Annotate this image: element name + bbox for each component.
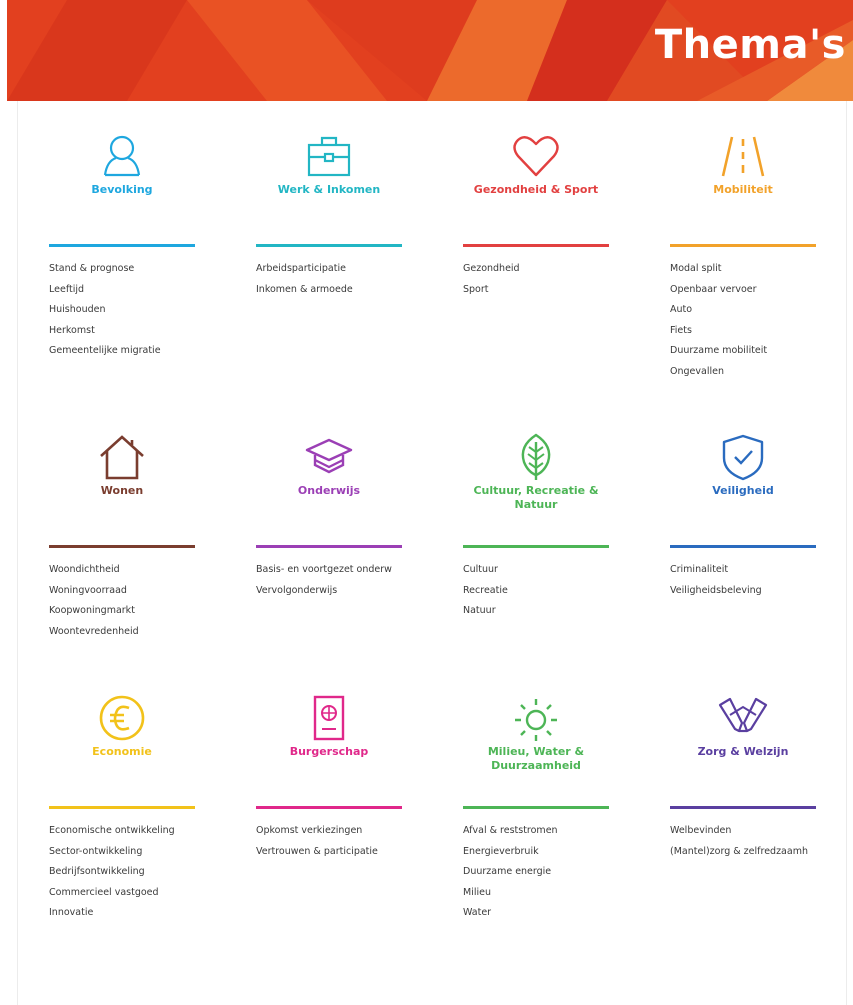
- theme-link[interactable]: Leeftijd: [49, 283, 209, 304]
- theme-link[interactable]: Basis- en voortgezet onderw: [256, 563, 416, 584]
- theme-title[interactable]: Veiligheid: [670, 484, 816, 498]
- theme-link[interactable]: Modal split: [670, 262, 830, 283]
- theme-link[interactable]: Woontevredenheid: [49, 625, 209, 646]
- theme-divider: [256, 244, 402, 247]
- theme-link[interactable]: Sport: [463, 283, 623, 304]
- theme-link[interactable]: Veiligheidsbeleving: [670, 584, 830, 605]
- theme-divider: [49, 244, 195, 247]
- theme-links: Woondichtheid Woningvoorraad Koopwoningm…: [49, 563, 209, 645]
- theme-link[interactable]: Energieverbruik: [463, 845, 623, 866]
- theme-links: Stand & prognose Leeftijd Huishouden Her…: [49, 262, 209, 365]
- theme-link[interactable]: Openbaar vervoer: [670, 283, 830, 304]
- theme-link[interactable]: Innovatie: [49, 906, 209, 927]
- theme-link[interactable]: Ongevallen: [670, 365, 830, 386]
- theme-title[interactable]: Milieu, Water & Duurzaamheid: [463, 745, 609, 773]
- theme-title[interactable]: Zorg & Welzijn: [670, 745, 816, 759]
- theme-link[interactable]: Opkomst verkiezingen: [256, 824, 416, 845]
- themes-panel: Bevolking Stand & prognose Leeftijd Huis…: [17, 101, 847, 1005]
- theme-title[interactable]: Economie: [49, 745, 195, 759]
- theme-link[interactable]: Huishouden: [49, 303, 209, 324]
- theme-title[interactable]: Mobiliteit: [670, 183, 816, 197]
- theme-divider: [670, 806, 816, 809]
- theme-link[interactable]: Duurzame mobiliteit: [670, 344, 830, 365]
- theme-link[interactable]: Commercieel vastgoed: [49, 886, 209, 907]
- theme-link[interactable]: Arbeidsparticipatie: [256, 262, 416, 283]
- theme-link[interactable]: Duurzame energie: [463, 865, 623, 886]
- theme-title[interactable]: Bevolking: [49, 183, 195, 197]
- theme-link[interactable]: Gemeentelijke migratie: [49, 344, 209, 365]
- theme-divider: [670, 244, 816, 247]
- theme-link[interactable]: Milieu: [463, 886, 623, 907]
- theme-link[interactable]: Economische ontwikkeling: [49, 824, 209, 845]
- theme-divider: [49, 545, 195, 548]
- leaf-icon: [521, 433, 551, 480]
- person-icon: [103, 135, 141, 177]
- theme-link[interactable]: (Mantel)zorg & zelfredzaamh: [670, 845, 830, 866]
- theme-links: Modal split Openbaar vervoer Auto Fiets …: [670, 262, 830, 385]
- theme-links: Cultuur Recreatie Natuur: [463, 563, 623, 625]
- passport-icon: [313, 695, 345, 741]
- theme-link[interactable]: Afval & reststromen: [463, 824, 623, 845]
- theme-link[interactable]: Fiets: [670, 324, 830, 345]
- theme-links: Afval & reststromen Energieverbruik Duur…: [463, 824, 623, 927]
- theme-link[interactable]: Inkomen & armoede: [256, 283, 416, 304]
- theme-link[interactable]: Auto: [670, 303, 830, 324]
- theme-title[interactable]: Cultuur, Recreatie & Natuur: [463, 484, 609, 512]
- theme-title[interactable]: Onderwijs: [256, 484, 402, 498]
- theme-divider: [463, 244, 609, 247]
- theme-link[interactable]: Natuur: [463, 604, 623, 625]
- header-banner: Thema's: [7, 0, 853, 101]
- theme-divider: [670, 545, 816, 548]
- theme-link[interactable]: Woondichtheid: [49, 563, 209, 584]
- euro-coin-icon: [99, 695, 145, 741]
- theme-link[interactable]: Vervolgonderwijs: [256, 584, 416, 605]
- theme-link[interactable]: Koopwoningmarkt: [49, 604, 209, 625]
- theme-links: Gezondheid Sport: [463, 262, 623, 303]
- page-title: Thema's: [654, 22, 846, 68]
- theme-title[interactable]: Wonen: [49, 484, 195, 498]
- theme-link[interactable]: Criminaliteit: [670, 563, 830, 584]
- theme-title[interactable]: Werk & Inkomen: [256, 183, 402, 197]
- caring-hands-icon: [718, 697, 768, 733]
- theme-links: Arbeidsparticipatie Inkomen & armoede: [256, 262, 416, 303]
- shield-check-icon: [722, 434, 764, 481]
- theme-link[interactable]: Herkomst: [49, 324, 209, 345]
- theme-link[interactable]: Stand & prognose: [49, 262, 209, 283]
- theme-links: Economische ontwikkeling Sector-ontwikke…: [49, 824, 209, 927]
- theme-divider: [49, 806, 195, 809]
- theme-link[interactable]: Recreatie: [463, 584, 623, 605]
- theme-divider: [463, 545, 609, 548]
- theme-divider: [256, 545, 402, 548]
- theme-link[interactable]: Cultuur: [463, 563, 623, 584]
- theme-title[interactable]: Gezondheid & Sport: [463, 183, 609, 197]
- house-icon: [100, 435, 144, 480]
- theme-link[interactable]: Water: [463, 906, 623, 927]
- theme-link[interactable]: Woningvoorraad: [49, 584, 209, 605]
- theme-link[interactable]: Gezondheid: [463, 262, 623, 283]
- theme-link[interactable]: Sector-ontwikkeling: [49, 845, 209, 866]
- theme-link[interactable]: Bedrijfsontwikkeling: [49, 865, 209, 886]
- theme-links: Opkomst verkiezingen Vertrouwen & partic…: [256, 824, 416, 865]
- briefcase-icon: [307, 136, 351, 177]
- graduation-cap-icon: [305, 438, 353, 474]
- sun-icon: [515, 699, 557, 741]
- road-icon: [721, 136, 765, 177]
- theme-divider: [463, 806, 609, 809]
- theme-links: Basis- en voortgezet onderw Vervolgonder…: [256, 563, 416, 604]
- theme-title[interactable]: Burgerschap: [256, 745, 402, 759]
- theme-links: Criminaliteit Veiligheidsbeleving: [670, 563, 830, 604]
- theme-links: Welbevinden (Mantel)zorg & zelfredzaamh: [670, 824, 830, 865]
- theme-link[interactable]: Welbevinden: [670, 824, 830, 845]
- theme-link[interactable]: Vertrouwen & participatie: [256, 845, 416, 866]
- theme-divider: [256, 806, 402, 809]
- heart-icon: [513, 136, 559, 177]
